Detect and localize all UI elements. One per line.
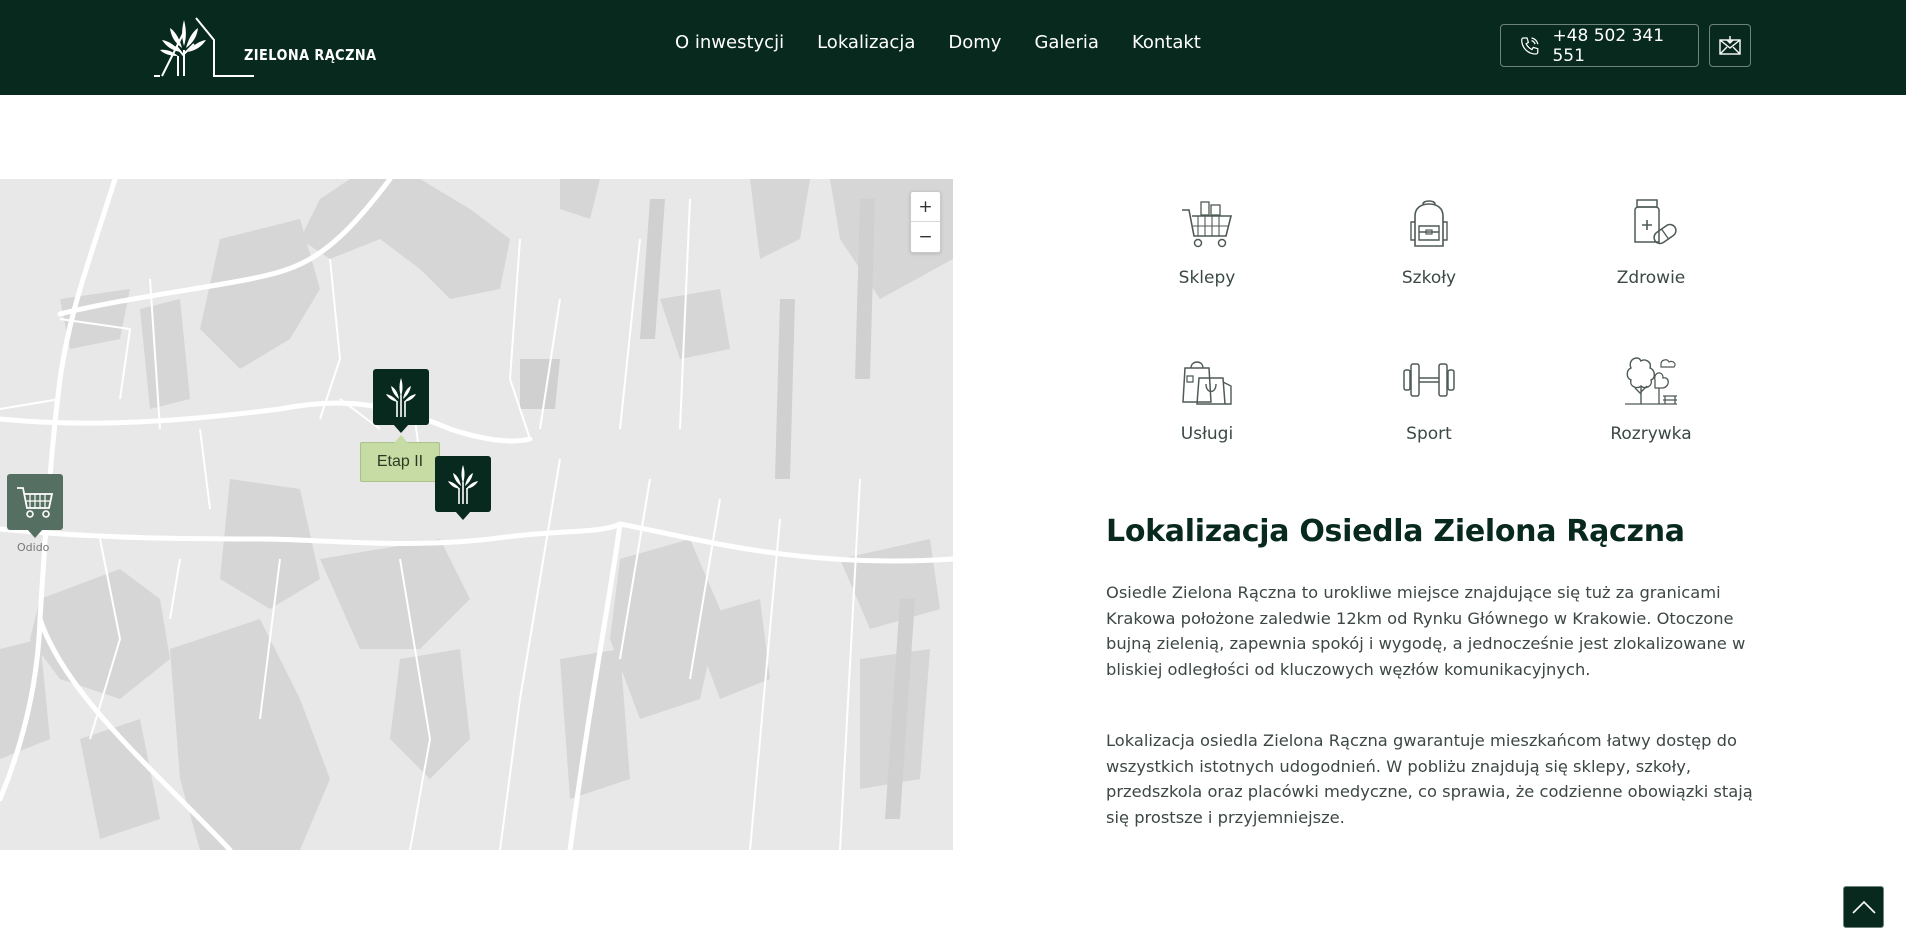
shopping-cart-icon <box>1182 201 1233 248</box>
medicine-icon <box>1634 199 1677 245</box>
nav-o-inwestycji[interactable]: O inwestycji <box>675 32 784 53</box>
tree-logo-icon <box>448 465 478 504</box>
amenity-label: Szkoły <box>1401 268 1457 288</box>
section-paragraph-1: Osiedle Zielona Rączna to urokliwe miejs… <box>1106 583 1746 679</box>
email-button[interactable] <box>1709 24 1751 67</box>
map-marker-etap-1[interactable] <box>373 369 429 433</box>
scroll-to-top-button[interactable] <box>1843 886 1884 928</box>
amenity-label: Rozrywka <box>1610 424 1692 444</box>
section-paragraph-2: Lokalizacja osiedla Zielona Rączna gwara… <box>1106 731 1753 827</box>
park-icon <box>1625 357 1677 405</box>
phone-button[interactable]: +48 502 341 551 <box>1500 24 1699 67</box>
amenity-uslugi[interactable]: Usługi <box>1137 352 1277 444</box>
logo-text: ZIELONA RĄCZNA <box>244 46 377 64</box>
tree-logo-icon <box>386 378 416 417</box>
amenity-szkoly[interactable]: Szkoły <box>1359 196 1499 288</box>
amenity-label: Sklepy <box>1178 268 1236 288</box>
amenity-zdrowie[interactable]: Zdrowie <box>1581 196 1721 288</box>
nav-galeria[interactable]: Galeria <box>1034 32 1099 53</box>
section-title: Lokalizacja Osiedla Zielona Rączna <box>1106 514 1685 549</box>
tooltip-label: Etap II <box>376 453 424 470</box>
envelope-icon <box>1719 35 1741 55</box>
map-marker-etap-2[interactable] <box>435 456 491 520</box>
backpack-icon <box>1410 200 1448 247</box>
zoom-out-button[interactable]: − <box>911 222 940 252</box>
map-label-shop: Odido <box>17 541 50 554</box>
amenity-rozrywka[interactable]: Rozrywka <box>1581 352 1721 444</box>
site-header: ZIELONA RĄCZNA O inwestycji Lokalizacja … <box>0 0 1906 95</box>
amenity-label: Usługi <box>1180 424 1234 444</box>
shopping-bags-icon <box>1182 361 1232 405</box>
map-tiles <box>0 179 953 850</box>
amenity-sklepy[interactable]: Sklepy <box>1137 196 1277 288</box>
phone-icon <box>1521 36 1539 55</box>
main-nav: O inwestycji Lokalizacja Domy Galeria Ko… <box>675 32 1234 53</box>
map-marker-shop[interactable] <box>7 474 63 538</box>
chevron-up-icon <box>1851 900 1876 914</box>
nav-domy[interactable]: Domy <box>948 32 1001 53</box>
location-map[interactable]: + − Etap II Odido <box>0 179 953 850</box>
dumbbell-icon <box>1403 363 1455 397</box>
map-tooltip-etap[interactable]: Etap II <box>360 435 440 482</box>
nav-lokalizacja[interactable]: Lokalizacja <box>817 32 915 53</box>
amenity-sport[interactable]: Sport <box>1359 352 1499 444</box>
nav-kontakt[interactable]: Kontakt <box>1132 32 1201 53</box>
amenity-label: Zdrowie <box>1616 268 1686 288</box>
zoom-in-button[interactable]: + <box>911 192 940 222</box>
phone-number: +48 502 341 551 <box>1552 25 1665 66</box>
shopping-cart-icon <box>17 487 54 518</box>
amenity-label: Sport <box>1406 424 1452 444</box>
map-zoom-control: + − <box>910 191 941 253</box>
